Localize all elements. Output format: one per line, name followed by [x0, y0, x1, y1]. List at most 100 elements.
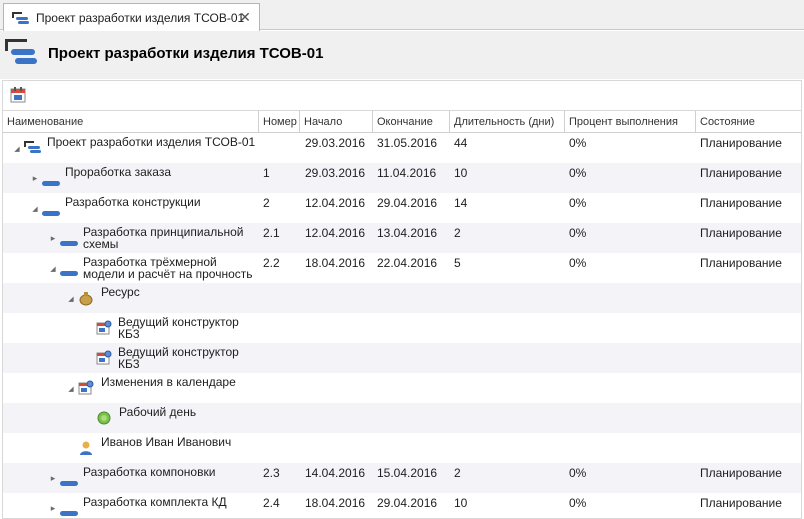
- cell-name: Разработка компоновки: [83, 465, 216, 479]
- table-row[interactable]: ◢ Разработка конструкции 2 12.04.2016 29.04.…: [3, 193, 801, 223]
- cell-name: Разработка конструкции: [65, 195, 201, 209]
- cell-name: Ресурс: [101, 285, 140, 299]
- table-row[interactable]: ▸ Проработка заказа 1 29.03.2016 11.04.2016 1…: [3, 163, 801, 193]
- table-row[interactable]: Иванов Иван Иванович: [3, 433, 801, 463]
- cell-name: Разработка трёхмерной модели и расчёт на…: [83, 255, 253, 281]
- table-row[interactable]: Ведущий конструктор КБ3: [3, 343, 801, 373]
- table-row[interactable]: ▸ Разработка комплекта КД 2.4 18.04.2016 29.…: [3, 493, 801, 518]
- cell-name: Изменения в календаре: [101, 375, 236, 389]
- cell-start: 18.04.2016: [305, 496, 366, 510]
- role-calendar-icon: [96, 320, 112, 339]
- cell-state: Планирование: [700, 136, 782, 150]
- cell-end: 22.04.2016: [377, 256, 438, 270]
- cell-state: Планирование: [700, 466, 782, 480]
- cell-percent: 0%: [569, 496, 587, 510]
- column-header-end[interactable]: Окончание: [373, 111, 450, 133]
- column-header-state[interactable]: Состояние: [696, 111, 801, 133]
- cell-duration: 44: [454, 136, 468, 150]
- calendar-change-icon: [78, 380, 94, 399]
- cell-name: Иванов Иван Иванович: [101, 435, 232, 449]
- expand-arrow-icon[interactable]: ▸: [48, 233, 58, 244]
- expand-arrow-icon[interactable]: ▸: [30, 173, 40, 184]
- cell-duration: 2: [454, 226, 461, 240]
- task-tree-grid: Наименование Номер Начало Окончание Длит…: [2, 110, 802, 519]
- cell-name: Ведущий конструктор КБ3: [118, 345, 239, 371]
- cell-number: 2.1: [263, 226, 280, 240]
- column-header-start[interactable]: Начало: [300, 111, 373, 133]
- cell-duration: 10: [454, 166, 468, 180]
- task-icon: [42, 176, 60, 190]
- document-header: Проект разработки изделия ТСОВ-01: [0, 31, 804, 79]
- cell-end: 15.04.2016: [377, 466, 438, 480]
- calendar-icon[interactable]: [10, 87, 26, 103]
- table-row[interactable]: ◢ Проект разработки изделия ТСОВ-01 29.03.…: [3, 133, 801, 163]
- cell-start: 12.04.2016: [305, 196, 366, 210]
- cell-number: 2.2: [263, 256, 280, 270]
- cell-start: 29.03.2016: [305, 166, 366, 180]
- table-row[interactable]: Рабочий день: [3, 403, 801, 433]
- project-icon: [12, 11, 29, 24]
- task-icon: [60, 476, 78, 490]
- cell-duration: 14: [454, 196, 468, 210]
- cell-start: 12.04.2016: [305, 226, 366, 240]
- cell-percent: 0%: [569, 256, 587, 270]
- table-row[interactable]: ▸ Разработка компоновки 2.3 14.04.2016 15.04…: [3, 463, 801, 493]
- cell-number: 2.4: [263, 496, 280, 510]
- cell-state: Планирование: [700, 166, 782, 180]
- task-icon: [42, 206, 60, 220]
- cell-percent: 0%: [569, 166, 587, 180]
- project-large-icon: [5, 39, 37, 64]
- expand-arrow-icon[interactable]: ▸: [48, 473, 58, 484]
- collapse-arrow-icon[interactable]: ◢: [12, 145, 22, 153]
- column-header-percent[interactable]: Процент выполнения: [565, 111, 696, 133]
- cell-end: 11.04.2016: [377, 166, 437, 180]
- table-row[interactable]: ◢ Разработка трёхмерной модели и расчёт н…: [3, 253, 801, 283]
- cell-name: Ведущий конструктор КБ3: [118, 315, 239, 341]
- table-row[interactable]: Ведущий конструктор КБ3: [3, 313, 801, 343]
- column-header-number[interactable]: Номер: [259, 111, 300, 133]
- resource-bag-icon: [78, 290, 94, 309]
- collapse-arrow-icon[interactable]: ◢: [48, 265, 58, 273]
- grid-header: Наименование Номер Начало Окончание Длит…: [3, 111, 801, 133]
- table-row[interactable]: ▸ Разработка принципиальной схемы 2.1 12.04…: [3, 223, 801, 253]
- close-icon[interactable]: ✕: [237, 9, 253, 25]
- cell-end: 13.04.2016: [377, 226, 438, 240]
- cell-state: Планирование: [700, 496, 782, 510]
- cell-name: Разработка комплекта КД: [83, 495, 227, 509]
- cell-start: 18.04.2016: [305, 256, 366, 270]
- cell-start: 14.04.2016: [305, 466, 366, 480]
- cell-duration: 2: [454, 466, 461, 480]
- role-calendar-icon: [96, 350, 112, 369]
- table-row[interactable]: ◢ Изменения в календаре: [3, 373, 801, 403]
- collapse-arrow-icon[interactable]: ◢: [66, 295, 76, 303]
- cell-name: Проект разработки изделия ТСОВ-01: [47, 135, 256, 149]
- collapse-arrow-icon[interactable]: ◢: [30, 205, 40, 213]
- collapse-arrow-icon[interactable]: ◢: [66, 385, 76, 393]
- column-header-duration[interactable]: Длительность (дни): [450, 111, 565, 133]
- cell-start: 29.03.2016: [305, 136, 366, 150]
- cell-duration: 10: [454, 496, 468, 510]
- expand-arrow-icon[interactable]: ▸: [48, 503, 58, 514]
- cell-end: 31.05.2016: [377, 136, 438, 150]
- table-row[interactable]: ◢ Ресурс: [3, 283, 801, 313]
- toolbar: [2, 80, 802, 110]
- cell-number: 1: [263, 166, 270, 180]
- cell-state: Планирование: [700, 256, 782, 270]
- column-header-name[interactable]: Наименование: [3, 111, 259, 133]
- cell-duration: 5: [454, 256, 461, 270]
- workday-icon: [96, 410, 112, 429]
- cell-percent: 0%: [569, 466, 587, 480]
- cell-state: Планирование: [700, 196, 782, 210]
- tab-project[interactable]: Проект разработки изделия ТСОВ-01 ✕: [3, 3, 260, 31]
- cell-name: Разработка принципиальной схемы: [83, 225, 244, 251]
- cell-number: 2.3: [263, 466, 280, 480]
- task-icon: [60, 506, 78, 518]
- cell-percent: 0%: [569, 136, 587, 150]
- task-icon: [60, 266, 78, 280]
- cell-percent: 0%: [569, 196, 587, 210]
- cell-name: Проработка заказа: [65, 165, 172, 179]
- document-tabstrip: Проект разработки изделия ТСОВ-01 ✕: [0, 0, 804, 31]
- cell-name: Рабочий день: [119, 405, 197, 419]
- page-title: Проект разработки изделия ТСОВ-01: [48, 45, 324, 62]
- cell-end: 29.04.2016: [377, 196, 438, 210]
